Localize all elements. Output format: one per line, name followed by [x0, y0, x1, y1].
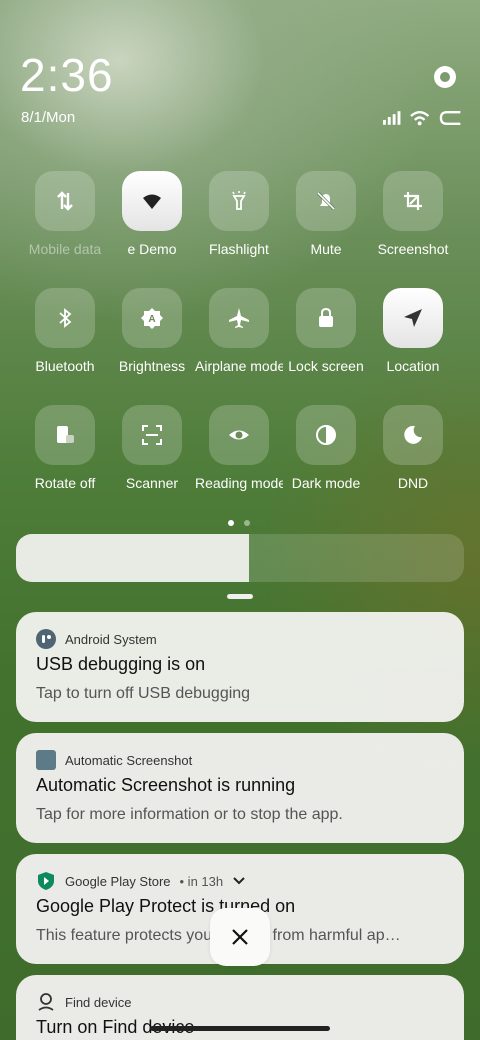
bluetooth-icon[interactable]	[35, 288, 95, 348]
tile-label: Screenshot	[377, 241, 449, 257]
date: 8/1/Mon	[21, 109, 76, 126]
flashlight-icon[interactable]	[209, 171, 269, 231]
tile-label: Airplane mode	[195, 358, 283, 374]
notification-title: USB debugging is on	[36, 654, 206, 674]
tile-reading-mode[interactable]: Reading mode	[195, 405, 283, 493]
page-dot[interactable]	[244, 520, 250, 526]
page-dot-active[interactable]	[228, 520, 234, 526]
signal-icon	[382, 111, 401, 125]
airplane-icon[interactable]	[209, 288, 269, 348]
status-icons	[382, 108, 464, 128]
clock: 2:36	[20, 49, 114, 101]
find-device-icon	[36, 992, 56, 1012]
tile-mute[interactable]: Mute	[282, 171, 370, 259]
brightness-slider[interactable]	[16, 534, 464, 582]
notification-app-name: Google Play Store	[65, 873, 171, 889]
drag-handle[interactable]	[227, 594, 253, 599]
tile-label: Lock screen	[288, 358, 364, 374]
tile-bluetooth[interactable]: Bluetooth	[21, 288, 109, 376]
svg-text:A: A	[148, 314, 155, 325]
tile-label: Flashlight	[209, 241, 269, 257]
dark-mode-icon[interactable]	[296, 405, 356, 465]
screenshot-app-icon	[36, 750, 56, 770]
rotate-icon[interactable]	[35, 405, 95, 465]
tile-flashlight[interactable]: Flashlight	[195, 171, 283, 259]
chevron-down-icon[interactable]	[232, 876, 246, 886]
notification-body: Tap for more information or to stop the …	[36, 806, 343, 823]
tile-label: Mute	[310, 241, 342, 257]
moon-icon[interactable]	[383, 405, 443, 465]
tile-label: Reading mode	[195, 475, 283, 491]
notification-app: Android System	[36, 629, 157, 649]
notification-app-name: Find device	[65, 994, 132, 1010]
tile-brightness[interactable]: A Brightness	[108, 288, 196, 376]
wifi-icon[interactable]	[122, 171, 182, 231]
wifi-icon	[410, 111, 430, 126]
gesture-bar[interactable]	[150, 1026, 330, 1031]
notification-app-name: Automatic Screenshot	[65, 752, 193, 768]
eye-icon[interactable]	[209, 405, 269, 465]
notification-app-name: Android System	[65, 631, 157, 647]
tile-mobile-data[interactable]: Mobile data	[21, 171, 109, 259]
tile-dark-mode[interactable]: Dark mode	[282, 405, 370, 493]
tile-label: Scanner	[125, 475, 179, 491]
tile-label: Location	[386, 358, 440, 374]
auto-brightness-icon[interactable]: A	[122, 288, 182, 348]
notification-app: Find device	[36, 992, 131, 1012]
tile-rotate-off[interactable]: Rotate off	[21, 405, 109, 493]
gear-icon[interactable]	[432, 64, 458, 90]
notification-card[interactable]: Android System USB debugging is on Tap t…	[16, 612, 464, 722]
tile-dnd[interactable]: DND	[369, 405, 457, 493]
tile-airplane-mode[interactable]: Airplane mode	[195, 288, 283, 376]
notification-time: • in 13h	[179, 873, 224, 889]
tile-label: Dark mode	[291, 475, 361, 491]
close-icon	[232, 929, 248, 945]
tile-label: Bluetooth	[35, 358, 95, 374]
play-protect-icon	[36, 871, 56, 891]
tile-label: Rotate off	[34, 475, 96, 491]
tile-scanner[interactable]: Scanner	[108, 405, 196, 493]
lock-icon[interactable]	[296, 288, 356, 348]
tile-label: Mobile data	[28, 241, 102, 257]
notification-app: Automatic Screenshot	[36, 750, 192, 770]
notification-card[interactable]: Automatic Screenshot Automatic Screensho…	[16, 733, 464, 843]
tile-label: Brightness	[118, 358, 186, 374]
tile-e-demo[interactable]: e Demo	[108, 171, 196, 259]
battery-icon	[439, 111, 461, 125]
page-indicator	[228, 520, 250, 526]
notification-app: Google Play Store • in 13h	[36, 871, 246, 891]
tile-lock-screen[interactable]: Lock screen	[282, 288, 370, 376]
brightness-fill	[16, 534, 249, 582]
location-icon[interactable]	[383, 288, 443, 348]
android-system-icon	[36, 629, 56, 649]
notification-body: Tap to turn off USB debugging	[36, 685, 251, 702]
clear-all-button[interactable]	[210, 908, 270, 966]
crop-icon[interactable]	[383, 171, 443, 231]
notification-title: Automatic Screenshot is running	[36, 775, 296, 795]
tile-label: e Demo	[127, 241, 177, 257]
mute-icon[interactable]	[296, 171, 356, 231]
tile-label: DND	[397, 475, 429, 491]
mobile-data-icon[interactable]	[35, 171, 95, 231]
scanner-icon[interactable]	[122, 405, 182, 465]
tile-location[interactable]: Location	[369, 288, 457, 376]
tile-screenshot[interactable]: Screenshot	[369, 171, 457, 259]
